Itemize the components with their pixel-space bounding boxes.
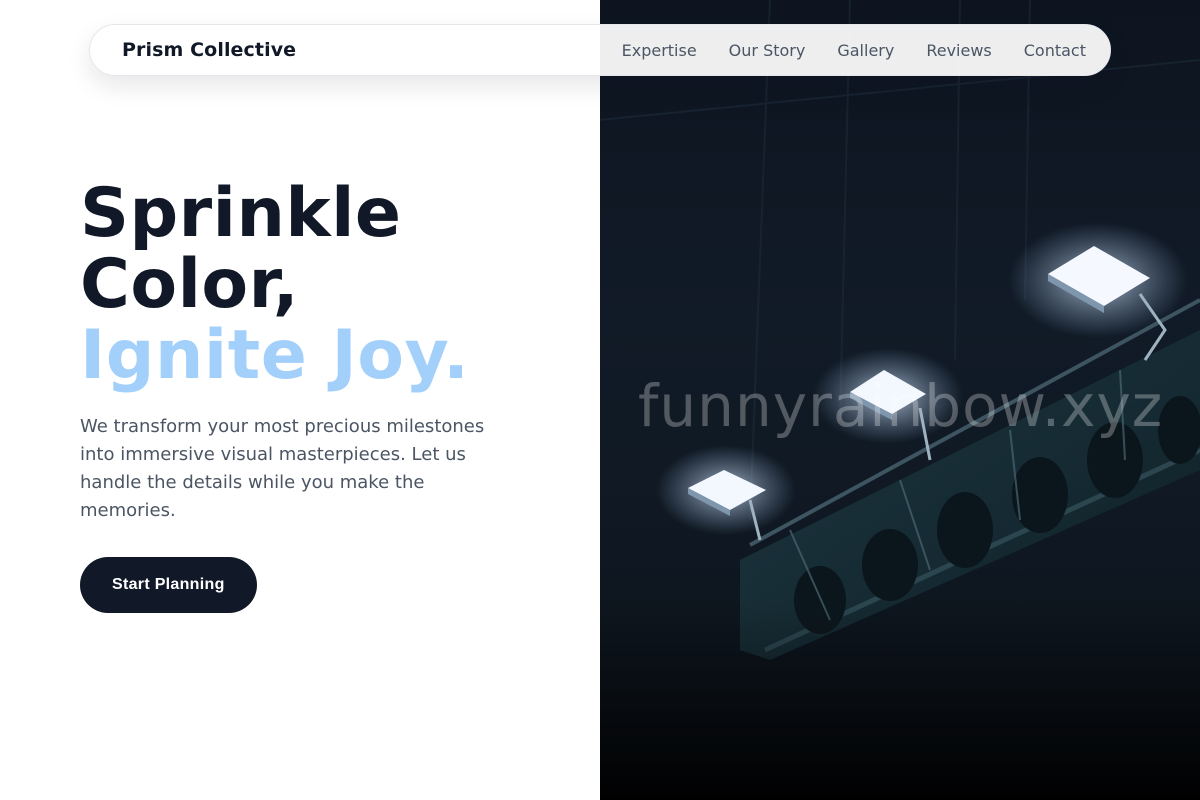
floor-shadow bbox=[600, 600, 1200, 800]
nav-link-expertise[interactable]: Expertise bbox=[622, 41, 697, 60]
top-navbar: Prism Collective Expertise Our Story Gal… bbox=[89, 24, 1111, 76]
page: funnyrainbow.xyz Prism Collective Expert… bbox=[0, 0, 1200, 800]
nav-link-contact[interactable]: Contact bbox=[1024, 41, 1086, 60]
nav-link-our-story[interactable]: Our Story bbox=[729, 41, 806, 60]
hero-description: We transform your most precious mileston… bbox=[80, 416, 485, 521]
hero-section: Sprinkle Color, Ignite Joy. We transform… bbox=[80, 178, 560, 613]
headline-line-1: Sprinkle bbox=[80, 174, 402, 253]
nav-link-reviews[interactable]: Reviews bbox=[926, 41, 991, 60]
hero-headline: Sprinkle Color, Ignite Joy. bbox=[80, 178, 560, 391]
image-watermark: funnyrainbow.xyz bbox=[638, 372, 1164, 440]
nav-link-gallery[interactable]: Gallery bbox=[837, 41, 894, 60]
brand-logo[interactable]: Prism Collective bbox=[122, 39, 296, 61]
headline-line-3-accent: Ignite Joy. bbox=[80, 316, 470, 395]
start-planning-button[interactable]: Start Planning bbox=[80, 557, 257, 613]
headline-line-2: Color, bbox=[80, 245, 300, 324]
hero-image-stage-lights: funnyrainbow.xyz bbox=[600, 0, 1200, 800]
nav-links: Expertise Our Story Gallery Reviews Cont… bbox=[622, 41, 1086, 60]
